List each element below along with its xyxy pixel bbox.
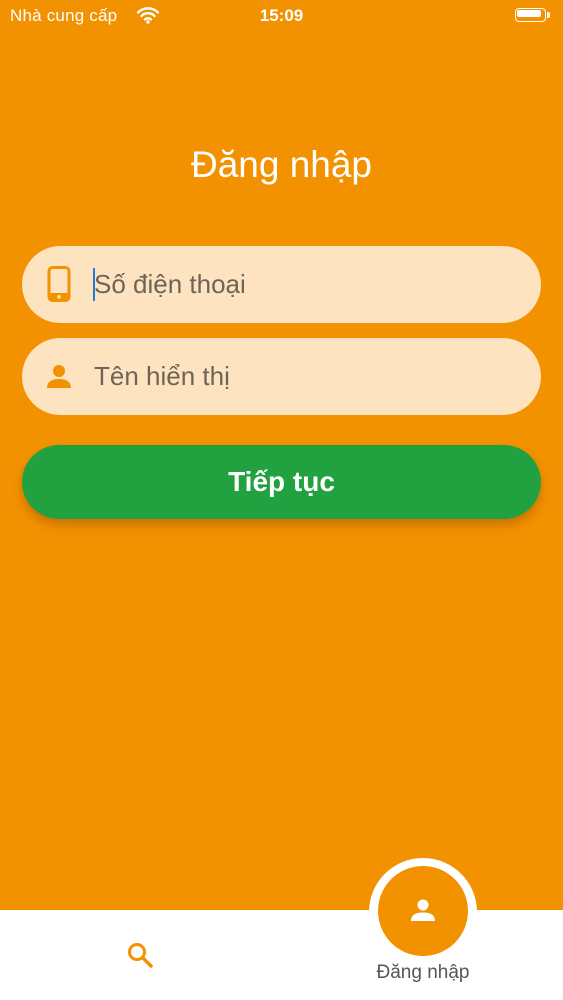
page-title: Đăng nhập (190, 144, 373, 185)
nav-item-login[interactable]: Đăng nhập (360, 860, 486, 1000)
status-time: 15:09 (259, 6, 304, 25)
login-screen: Nhà cung cấp 15:09 Đăng nhập Tiếp (0, 0, 563, 1000)
phone-field[interactable] (22, 246, 541, 323)
display-name-field[interactable] (22, 338, 541, 415)
phone-input[interactable] (94, 246, 524, 323)
battery-icon (515, 8, 551, 24)
nav-item-search[interactable] (110, 925, 170, 985)
text-cursor (93, 268, 95, 301)
continue-button[interactable]: Tiếp tục (22, 445, 541, 519)
user-icon (411, 899, 435, 921)
search-icon (128, 943, 153, 968)
nav-login-label: Đăng nhập (376, 962, 470, 983)
display-name-input[interactable] (94, 338, 524, 415)
user-icon (47, 365, 71, 388)
status-bar: Nhà cung cấp 15:09 (0, 0, 563, 34)
phone-icon (47, 266, 71, 302)
nav-login-circle (378, 866, 468, 956)
